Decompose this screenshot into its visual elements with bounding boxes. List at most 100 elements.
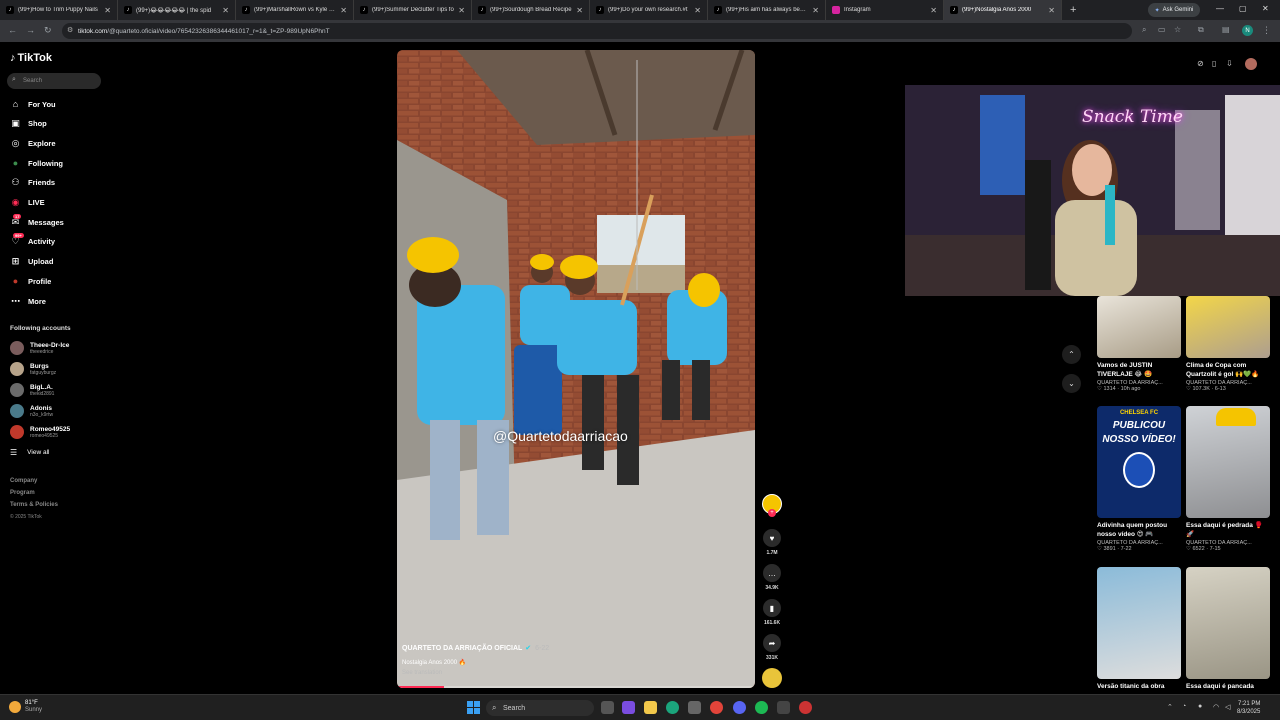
- edge-icon[interactable]: [666, 701, 679, 714]
- sidebar-item-profile[interactable]: ● Profile: [10, 274, 52, 288]
- share-button[interactable]: ➦ 331K: [762, 634, 782, 661]
- browser-menu-icon[interactable]: ⋮: [1262, 25, 1271, 36]
- copilot-icon[interactable]: [622, 701, 635, 714]
- footer-link[interactable]: Terms & Policies: [10, 502, 58, 508]
- previous-video-button[interactable]: ⌃: [1062, 345, 1081, 364]
- related-video-card[interactable]: Clima de Copa com Quartzolit é gol 🙌💚🔥 Q…: [1186, 296, 1270, 392]
- related-video-card[interactable]: Vamos de JUSTIN TIVERLAJE 😂 🤩 QUARTETO D…: [1097, 296, 1181, 392]
- close-tab-icon[interactable]: ✕: [222, 6, 229, 15]
- browser-tab[interactable]: ♪ (99+)Do your own research.#t ✕: [590, 0, 708, 20]
- maximize-window-button[interactable]: ▢: [1239, 4, 1247, 13]
- ask-gemini-button[interactable]: ✦ Ask Gemini: [1148, 3, 1200, 17]
- next-video-button[interactable]: ⌄: [1062, 374, 1081, 393]
- pip-icon[interactable]: ⊘: [1197, 59, 1204, 68]
- site-info-icon[interactable]: ⚙: [67, 26, 73, 34]
- spotify-icon[interactable]: [755, 701, 768, 714]
- browser-tab[interactable]: ♪ (99+)His aim has always been o ✕: [708, 0, 826, 20]
- follow-plus-icon[interactable]: +: [768, 509, 776, 517]
- back-icon[interactable]: ←: [8, 25, 17, 35]
- browser-tab[interactable]: Instagram ✕: [826, 0, 944, 20]
- sidebar-item-friends[interactable]: ⚇ Friends: [10, 176, 55, 190]
- chrome-icon[interactable]: [710, 701, 723, 714]
- wifi-icon[interactable]: ◠: [1213, 703, 1219, 711]
- sidebar-item-more[interactable]: ⋯ More: [10, 294, 46, 308]
- browser-tab[interactable]: ♪ (99+)Nostalgia Anos 2000 ✕: [944, 0, 1062, 20]
- view-all-link[interactable]: ☰ View all: [10, 448, 49, 457]
- volume-icon[interactable]: ◁: [1225, 703, 1230, 711]
- sidebar-toggle-icon[interactable]: ▤: [1222, 25, 1230, 34]
- discord-icon[interactable]: [733, 701, 746, 714]
- close-tab-icon[interactable]: ✕: [104, 6, 111, 15]
- sidebar-item-activity[interactable]: ♡ 99+ Activity: [10, 233, 55, 249]
- close-window-button[interactable]: ✕: [1262, 4, 1269, 13]
- user-avatar[interactable]: [1245, 58, 1257, 70]
- sidebar-item-explore[interactable]: ◎ Explore: [10, 136, 56, 150]
- like-button[interactable]: ♥ 1.7M: [762, 529, 782, 556]
- store-icon[interactable]: [688, 701, 701, 714]
- zoom-icon[interactable]: ⌕: [1142, 25, 1146, 35]
- close-tab-icon[interactable]: ✕: [340, 6, 347, 15]
- search-input[interactable]: ⌕ Search: [7, 73, 101, 89]
- footer-link[interactable]: Company: [10, 478, 37, 484]
- browser-tab[interactable]: ♪ (99+)Summer Declutter Tips fo ✕: [354, 0, 472, 20]
- following-account[interactable]: BigL.A. thekid2891: [10, 382, 54, 398]
- cast-icon[interactable]: ▭: [1158, 25, 1166, 34]
- sidebar-item-for-you[interactable]: ⌂ For You: [10, 97, 56, 111]
- browser-tab[interactable]: ♪ (99+)MarshallRown vs Kyle Fulle ✕: [236, 0, 354, 20]
- close-tab-icon[interactable]: ✕: [930, 6, 937, 15]
- microphone-icon[interactable]: ●: [1198, 703, 1202, 710]
- reload-icon[interactable]: ↻: [44, 25, 52, 36]
- sidebar-item-following[interactable]: ● Following: [10, 156, 63, 170]
- profile-avatar-button[interactable]: N: [1242, 25, 1253, 36]
- weather-sun-icon[interactable]: [9, 701, 21, 713]
- save-button[interactable]: ▮ 161.6K: [762, 599, 782, 626]
- close-tab-icon[interactable]: ✕: [694, 6, 701, 15]
- terminal-icon[interactable]: [777, 701, 790, 714]
- related-video-card[interactable]: Essa daqui é pancada: [1186, 567, 1270, 691]
- browser-tab[interactable]: ♪ (99+)How to Trim Puppy Nails ✕: [0, 0, 118, 20]
- sidebar-item-live[interactable]: ◉ LIVE: [10, 196, 45, 210]
- tray-overflow-icon[interactable]: ⌃: [1167, 703, 1173, 711]
- following-account[interactable]: Theee-Dr-Ice theeedrice: [10, 340, 69, 356]
- related-video-card[interactable]: Essa daqui é pedrada 🥊 🚀 QUARTETO DA ARR…: [1186, 406, 1270, 552]
- following-account[interactable]: Romeo49525 romeo49525: [10, 424, 70, 440]
- video-author[interactable]: QUARTETO DA ARRIAÇÃO OFICIAL ✔ 6-22: [402, 644, 549, 652]
- taskbar-search[interactable]: ⌕ Search: [486, 700, 594, 716]
- url-bar[interactable]: ⚙ tiktok.com/@quarteto.oficial/video/765…: [62, 23, 1132, 39]
- bookmark-star-icon[interactable]: ☆: [1174, 25, 1181, 34]
- following-account[interactable]: Adonis n3o_k9rtw: [10, 403, 53, 419]
- related-video-card[interactable]: CHELSEA FC PUBLICOU NOSSO VÍDEO! Adivinh…: [1097, 406, 1181, 552]
- file-explorer-icon[interactable]: [644, 701, 657, 714]
- following-account[interactable]: Burgs fatguyburgz: [10, 361, 56, 377]
- sidebar-item-upload[interactable]: ⊞ Upload: [10, 255, 54, 269]
- windows-start-icon[interactable]: [467, 701, 480, 714]
- obs-icon[interactable]: [799, 701, 812, 714]
- weather-widget[interactable]: 81°F Sunny: [25, 700, 42, 714]
- video-progress-bar[interactable]: [397, 686, 755, 688]
- network-icon[interactable]: ◔: [1182, 703, 1186, 710]
- device-icon[interactable]: ▯: [1212, 59, 1216, 68]
- tiktok-logo[interactable]: ♪ TikTok: [10, 52, 52, 64]
- comment-button[interactable]: … 34.9K: [762, 564, 782, 591]
- minimize-window-button[interactable]: —: [1216, 4, 1224, 13]
- extensions-icon[interactable]: ⧉: [1198, 25, 1204, 35]
- forward-icon[interactable]: →: [26, 25, 35, 35]
- music-disc-button[interactable]: [762, 668, 782, 688]
- close-tab-icon[interactable]: ✕: [812, 6, 819, 15]
- related-video-card[interactable]: Versão titanic da obra: [1097, 567, 1181, 691]
- download-icon[interactable]: ⇩: [1226, 59, 1233, 68]
- close-tab-icon[interactable]: ✕: [458, 6, 465, 15]
- taskbar-clock[interactable]: 7:21 PM 8/3/2025: [1237, 700, 1260, 716]
- sidebar-item-shop[interactable]: ▣ Shop: [10, 117, 47, 131]
- browser-tab[interactable]: ♪ (99+)Sourdough Bread Recipe ✕: [472, 0, 590, 20]
- creator-avatar-button[interactable]: +: [762, 494, 782, 517]
- new-tab-button[interactable]: +: [1070, 4, 1076, 16]
- sidebar-item-messages[interactable]: ✉ 17 Messages: [10, 213, 64, 229]
- see-translation-link[interactable]: See translation: [402, 670, 442, 676]
- video-player[interactable]: @Quartetodaarriacao QUARTETO DA ARRIAÇÃO…: [397, 50, 755, 688]
- task-view-icon[interactable]: [601, 701, 614, 714]
- browser-tab[interactable]: ♪ (99+)😂😂😂😂😂 | the spid ✕: [118, 0, 236, 20]
- close-tab-icon[interactable]: ✕: [576, 6, 583, 15]
- footer-link[interactable]: Program: [10, 490, 35, 496]
- close-tab-icon[interactable]: ✕: [1048, 6, 1055, 15]
